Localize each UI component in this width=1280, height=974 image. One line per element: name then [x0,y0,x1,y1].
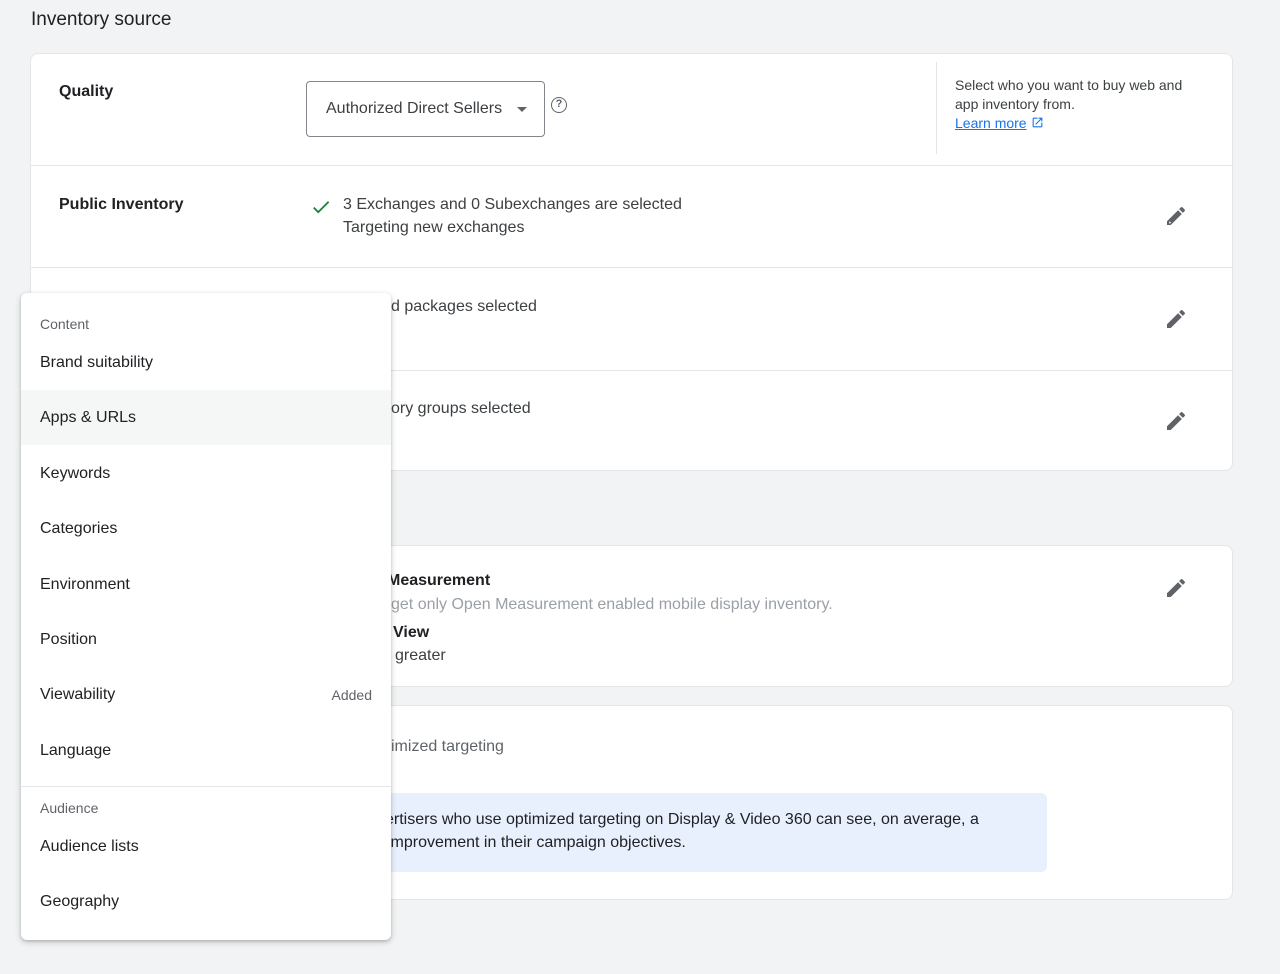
vertical-divider [936,62,937,154]
menu-item-language[interactable]: Language [21,723,391,778]
menu-item-label: Brand suitability [40,353,153,371]
menu-item-label: Apps & URLs [40,408,137,426]
external-link-icon [1032,117,1042,128]
section-title: Inventory source [31,9,172,30]
targeting-menu: Content Brand suitability Apps & URLs Ke… [21,293,391,940]
added-badge: Added [331,686,372,703]
menu-item-label: Language [40,741,112,759]
menu-item-brand-suitability[interactable]: Brand suitability [21,335,391,390]
pencil-icon[interactable] [1164,204,1188,228]
measurement-desc: get only Open Measurement enabled mobile… [391,596,833,613]
groups-summary: ory groups selected [391,400,531,417]
menu-divider [21,786,391,787]
menu-item-label: Categories [40,519,118,537]
public-inventory-row: Public Inventory 3 Exchanges and 0 Subex… [31,165,1232,267]
banner-line1: ertisers who use optimized targeting on … [385,811,979,828]
menu-item-categories[interactable]: Categories [21,501,391,556]
menu-item-environment[interactable]: Environment [21,557,391,612]
menu-header-content: Content [40,316,90,332]
quality-dropdown[interactable]: Authorized Direct Sellers [306,81,545,137]
quality-label: Quality [59,83,114,100]
measurement-title: Measurement [387,572,491,589]
menu-item-label: Keywords [40,464,111,482]
check-icon [313,201,330,214]
help-icon[interactable]: ? [551,97,567,113]
chevron-down-icon [517,107,527,112]
menu-item-label: Viewability [40,685,116,703]
menu-item-keywords[interactable]: Keywords [21,446,391,501]
public-inventory-summary: 3 Exchanges and 0 Subexchanges are selec… [343,196,682,213]
pencil-icon[interactable] [1164,409,1188,433]
menu-item-viewability[interactable]: Viewability Added [21,667,391,722]
pencil-icon[interactable] [1164,307,1188,331]
quality-description: Select who you want to buy web and app i… [955,76,1195,133]
menu-item-geography[interactable]: Geography [21,874,391,929]
menu-item-position[interactable]: Position [21,612,391,667]
menu-item-label: Geography [40,892,120,910]
pencil-icon[interactable] [1164,576,1188,600]
view-desc: greater [395,647,446,664]
quality-description-text: Select who you want to buy web and app i… [955,77,1183,112]
deals-summary: d packages selected [391,298,537,315]
menu-item-apps-urls[interactable]: Apps & URLs [21,390,391,445]
quality-dropdown-value: Authorized Direct Sellers [326,100,503,117]
banner-line2: improvement in their campaign objectives… [387,834,686,851]
info-banner: ertisers who use optimized targeting on … [291,793,1047,872]
view-title: View [393,624,430,641]
quality-row: Quality Authorized Direct Sellers ? Sele… [31,54,1232,165]
learn-more-link[interactable]: Learn more [955,115,1027,131]
menu-item-label: Environment [40,575,130,593]
menu-header-audience: Audience [40,800,99,816]
menu-item-label: Audience lists [40,837,139,855]
menu-item-label: Position [40,630,97,648]
public-inventory-label: Public Inventory [59,196,184,213]
public-inventory-targeting: Targeting new exchanges [343,219,525,236]
menu-item-audience-lists[interactable]: Audience lists [21,819,391,874]
optimized-targeting-label: imized targeting [391,738,504,755]
